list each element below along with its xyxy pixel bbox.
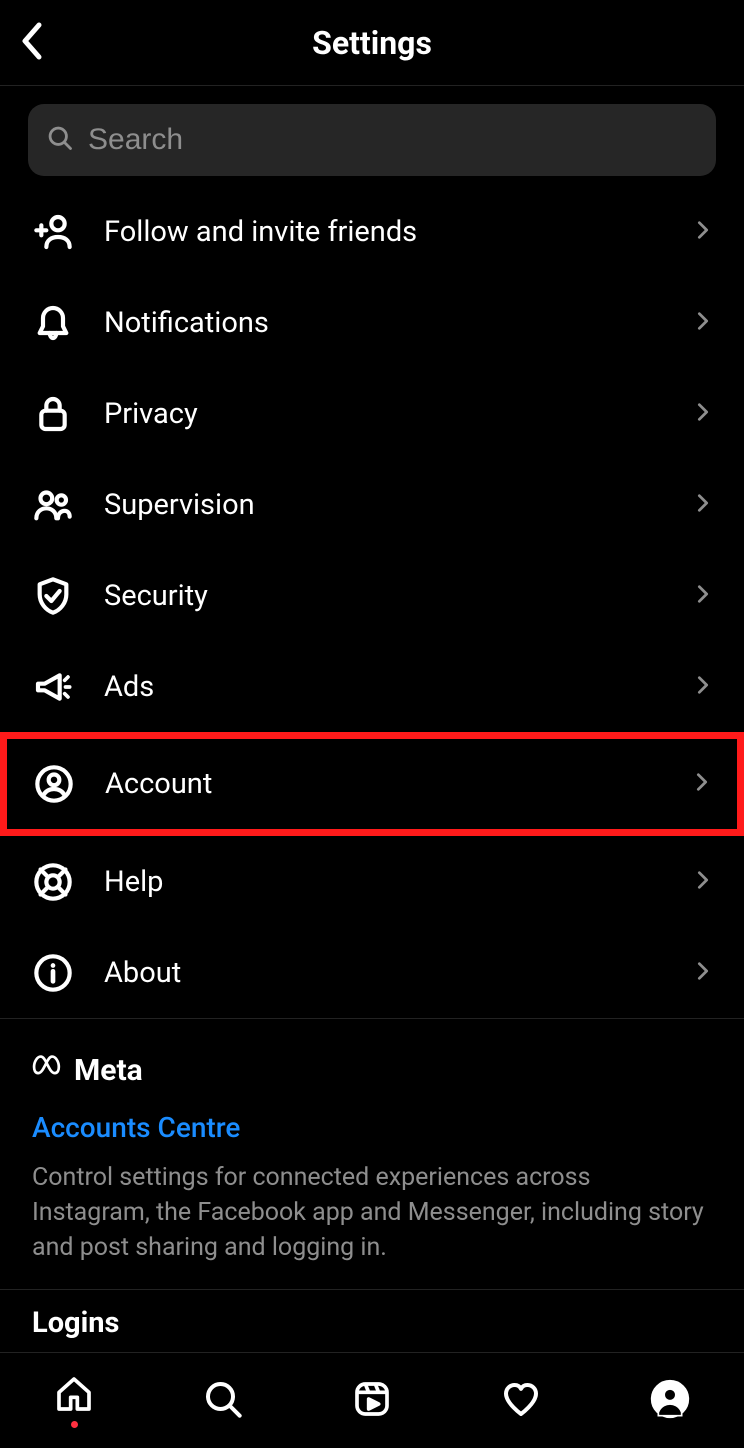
meta-logo-icon: [32, 1049, 66, 1091]
chevron-right-icon: [692, 398, 714, 430]
user-circle-icon: [31, 761, 77, 807]
settings-row-label: Security: [104, 579, 692, 613]
page-title: Settings: [0, 24, 744, 62]
settings-row-help[interactable]: Help: [0, 836, 744, 927]
lifebuoy-icon: [30, 859, 76, 905]
profile-icon: [650, 1379, 690, 1422]
settings-row-ads[interactable]: Ads: [0, 641, 744, 732]
info-icon: [30, 950, 76, 996]
chevron-right-icon: [692, 307, 714, 339]
search-icon: [46, 124, 74, 156]
tab-search[interactable]: [193, 1371, 253, 1431]
settings-row-label: Help: [104, 865, 692, 899]
settings-row-label: Supervision: [104, 488, 692, 522]
chevron-left-icon: [19, 21, 45, 64]
chevron-right-icon: [692, 866, 714, 898]
settings-row-privacy[interactable]: Privacy: [0, 368, 744, 459]
chevron-right-icon: [692, 216, 714, 248]
settings-row-label: Ads: [104, 670, 692, 704]
accounts-centre-link[interactable]: Accounts Centre: [32, 1111, 712, 1144]
settings-row-label: Notifications: [104, 306, 692, 340]
settings-row-security[interactable]: Security: [0, 550, 744, 641]
bell-icon: [30, 300, 76, 346]
settings-row-follow[interactable]: Follow and invite friends: [0, 186, 744, 277]
chevron-right-icon: [692, 489, 714, 521]
tab-notification-dot: [71, 1421, 78, 1428]
chevron-right-icon: [691, 768, 713, 800]
settings-list: Follow and invite friends Notifications Pr…: [0, 186, 744, 1352]
settings-row-about[interactable]: About: [0, 927, 744, 1018]
home-icon: [54, 1374, 94, 1417]
tab-home[interactable]: [44, 1371, 104, 1431]
meta-brand-text: Meta: [74, 1053, 143, 1088]
lock-icon: [30, 391, 76, 437]
settings-row-notifications[interactable]: Notifications: [0, 277, 744, 368]
chevron-right-icon: [692, 671, 714, 703]
header-bar: Settings: [0, 0, 744, 86]
chevron-right-icon: [692, 580, 714, 612]
search-box[interactable]: [28, 104, 716, 176]
tab-reels[interactable]: [342, 1371, 402, 1431]
logins-heading: Logins: [0, 1290, 744, 1352]
add-user-icon: [30, 209, 76, 255]
people-icon: [30, 482, 76, 528]
reels-icon: [352, 1379, 392, 1422]
shield-icon: [30, 573, 76, 619]
settings-row-supervision[interactable]: Supervision: [0, 459, 744, 550]
meta-description: Control settings for connected experienc…: [32, 1160, 712, 1265]
search-wrapper: [0, 86, 744, 186]
settings-row-label: About: [104, 956, 692, 990]
tab-activity[interactable]: [491, 1371, 551, 1431]
chevron-right-icon: [692, 957, 714, 989]
settings-row-label: Account: [105, 767, 691, 801]
meta-section: Meta Accounts Centre Control settings for …: [0, 1019, 744, 1289]
settings-row-label: Privacy: [104, 397, 692, 431]
search-icon: [203, 1379, 243, 1422]
bottom-tab-bar: [0, 1352, 744, 1448]
tab-profile[interactable]: [640, 1371, 700, 1431]
megaphone-icon: [30, 664, 76, 710]
meta-brand: Meta: [32, 1049, 712, 1091]
search-input[interactable]: [88, 123, 698, 157]
settings-row-account[interactable]: Account: [0, 732, 744, 836]
back-button[interactable]: [10, 21, 54, 65]
settings-row-label: Follow and invite friends: [104, 215, 692, 249]
heart-icon: [501, 1379, 541, 1422]
